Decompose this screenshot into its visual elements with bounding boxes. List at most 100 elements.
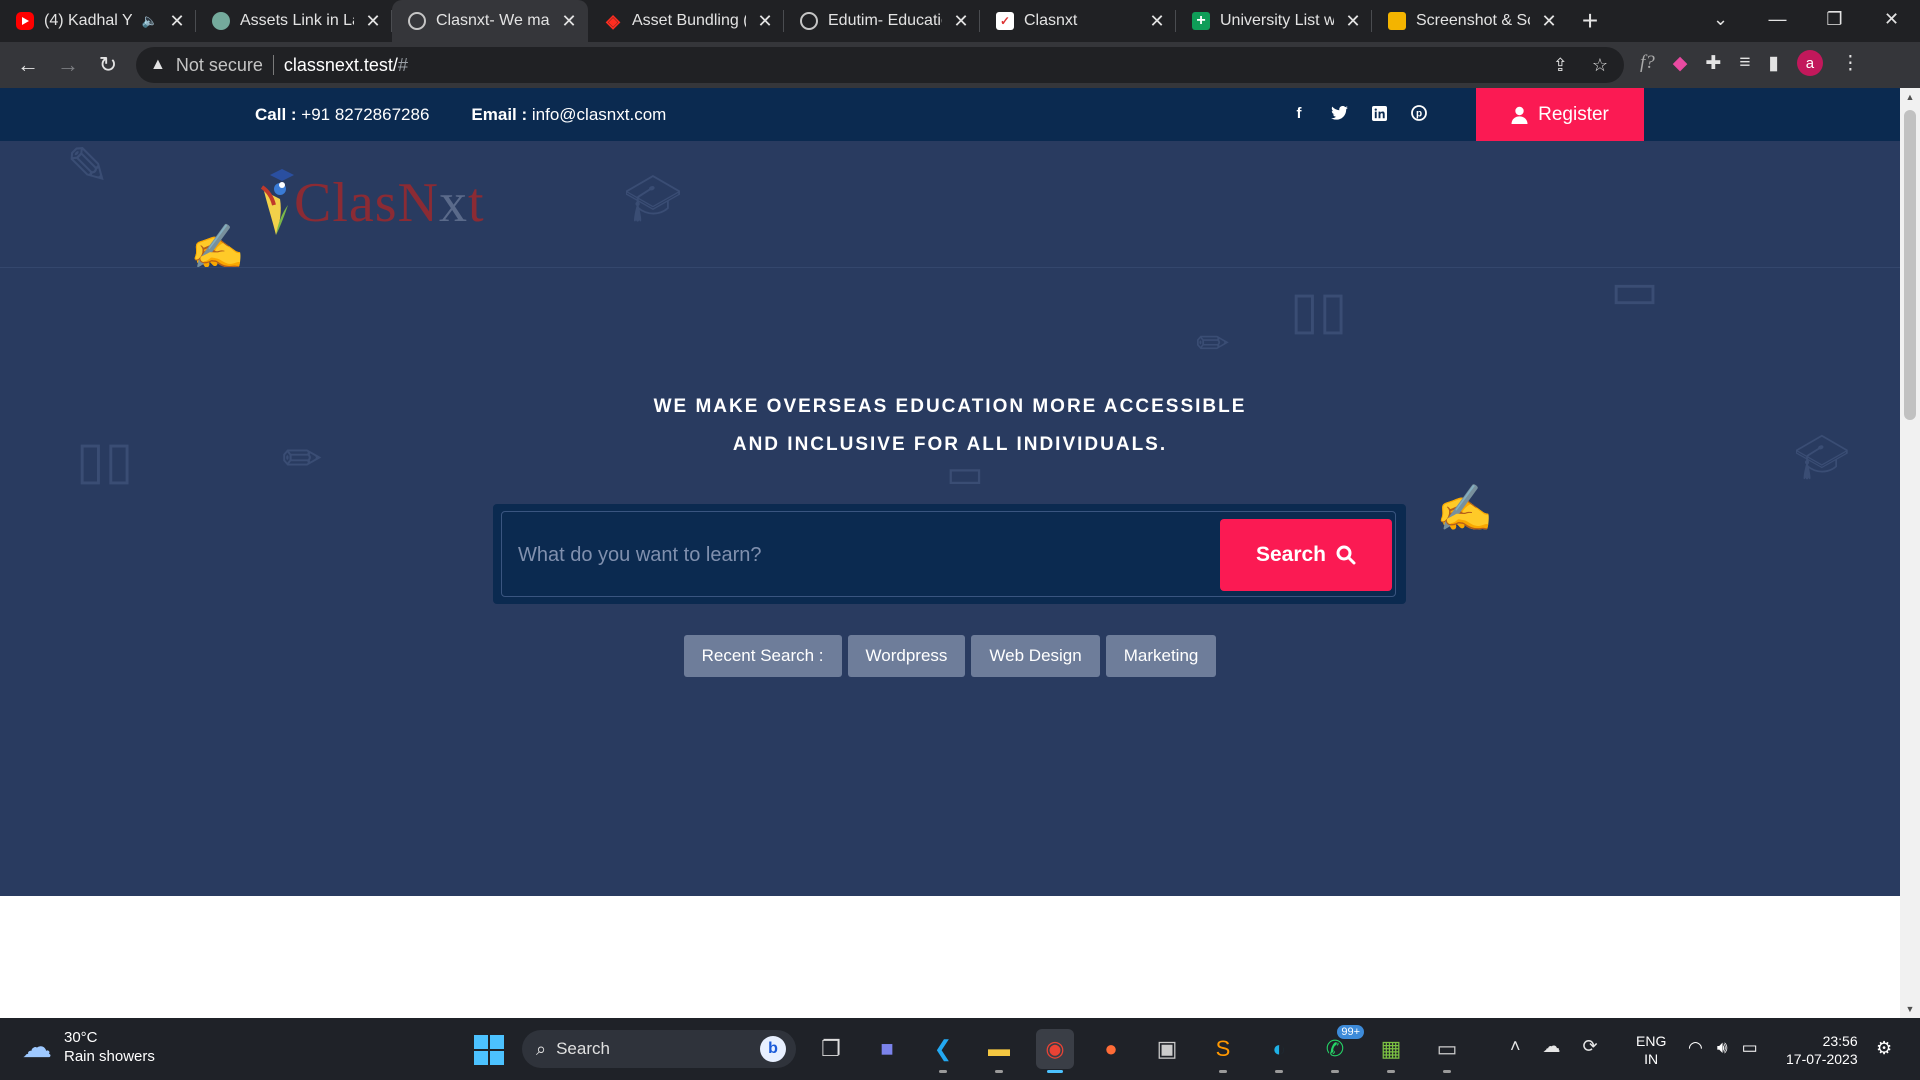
close-tab-icon[interactable]: ✕	[560, 11, 578, 32]
email-link[interactable]: info@clasnxt.com	[532, 105, 666, 124]
windows-taskbar: ☁ 30°C Rain showers ⌕ Search b ❐ ■ ❮ ▬ ◉…	[0, 1018, 1920, 1080]
clock-date: 17-07-2023	[1786, 1051, 1858, 1067]
task-view-icon[interactable]: ❐	[812, 1029, 850, 1069]
taskbar-search[interactable]: ⌕ Search b	[522, 1030, 796, 1068]
media-control-icon[interactable]: ≡	[1739, 52, 1750, 74]
system-clock[interactable]: 23:56 17-07-2023	[1786, 1032, 1858, 1068]
minimize-icon[interactable]: —	[1749, 9, 1806, 30]
excel-icon[interactable]: ▦	[1372, 1029, 1410, 1073]
speaker-icon[interactable]: 🔈	[142, 13, 158, 29]
tab-title: Assets Link in Lara	[240, 12, 354, 29]
input-language[interactable]: ENG IN	[1636, 1032, 1666, 1068]
side-panel-icon[interactable]: ▮	[1768, 52, 1778, 75]
bookmark-star-icon[interactable]: ☆	[1592, 55, 1608, 76]
windows-start-icon[interactable]	[474, 1035, 504, 1065]
share-icon[interactable]: ⇪	[1553, 55, 1568, 76]
linkedin-icon[interactable]	[1370, 104, 1388, 122]
profile-avatar[interactable]: a	[1796, 50, 1823, 76]
command-prompt-icon[interactable]: ▭	[1428, 1029, 1466, 1073]
logo-wordmark: ClasNxt	[294, 172, 485, 234]
hand-writing-doodle-icon: ✍	[1436, 482, 1494, 534]
security-label[interactable]: Not secure	[176, 55, 263, 76]
browser-tab[interactable]: (4) Kadhal Yaa 🔈 ✕	[0, 0, 196, 42]
recent-search-chip[interactable]: Wordpress	[847, 635, 966, 677]
tab-title: University List wit	[1220, 12, 1334, 29]
close-window-icon[interactable]: ✕	[1863, 9, 1920, 30]
formula-extension-icon[interactable]: f?	[1640, 52, 1655, 74]
recent-search-chip[interactable]: Marketing	[1105, 635, 1217, 677]
bing-icon[interactable]: b	[760, 1036, 786, 1062]
tab-title: Clasnxt- We make	[436, 12, 550, 29]
facebook-icon[interactable]: f	[1290, 104, 1308, 122]
menu-kebab-icon[interactable]: ⋮	[1841, 52, 1860, 75]
sync-icon[interactable]: ⟳	[1583, 1036, 1598, 1057]
close-tab-icon[interactable]: ✕	[952, 11, 970, 32]
browser-tab[interactable]: University List wit ✕	[1176, 0, 1372, 42]
forward-arrow-icon[interactable]: →	[48, 52, 88, 78]
address-bar[interactable]: ▲ Not secure classnext.test/# ⇪ ☆	[136, 47, 1624, 83]
tab-search-icon[interactable]: ⌄	[1692, 9, 1749, 30]
close-tab-icon[interactable]: ✕	[756, 11, 774, 32]
browser-tab[interactable]: Edutim- Educatio ✕	[784, 0, 980, 42]
search-button[interactable]: Search	[1220, 519, 1392, 591]
warning-icon[interactable]: ▲	[150, 56, 166, 74]
onedrive-cloud-icon[interactable]: ☁	[1543, 1036, 1561, 1057]
chatgpt-icon	[212, 12, 230, 30]
course-search-input[interactable]	[516, 522, 1210, 588]
close-tab-icon[interactable]: ✕	[1540, 11, 1558, 32]
back-arrow-icon[interactable]: ←	[8, 52, 48, 78]
scroll-up-arrow-icon[interactable]: ▲	[1900, 92, 1920, 102]
recent-search-chip[interactable]: Web Design	[971, 635, 1100, 677]
browser-tab[interactable]: ◈ Asset Bundling (V ✕	[588, 0, 784, 42]
clock-time: 23:56	[1822, 1033, 1858, 1049]
weather-widget[interactable]: ☁ 30°C Rain showers	[22, 1028, 155, 1066]
pencil-doodle-icon: ✏	[1196, 322, 1230, 366]
close-tab-icon[interactable]: ✕	[364, 11, 382, 32]
reload-icon[interactable]: ↻	[88, 52, 128, 78]
browser-toolbar: ← → ↻ ▲ Not secure classnext.test/# ⇪ ☆ …	[0, 42, 1920, 88]
register-label: Register	[1538, 103, 1609, 125]
browser-tab[interactable]: Assets Link in Lara ✕	[196, 0, 392, 42]
browser-tab-active[interactable]: Clasnxt- We make ✕	[392, 0, 588, 42]
pinterest-icon[interactable]: p	[1410, 104, 1428, 122]
vscode-icon[interactable]: ❮	[924, 1029, 962, 1073]
close-tab-icon[interactable]: ✕	[168, 11, 186, 32]
window-controls: ⌄ — ❐ ✕	[1692, 0, 1920, 38]
scroll-down-arrow-icon[interactable]: ▼	[1900, 1004, 1920, 1014]
globe-icon	[408, 12, 426, 30]
volume-icon: 🔊︎	[1716, 1038, 1728, 1057]
sheets-icon	[1192, 12, 1210, 30]
restore-icon[interactable]: ❐	[1806, 9, 1863, 30]
page-scrollbar[interactable]: ▲ ▼	[1900, 88, 1920, 1018]
notification-bell-icon[interactable]: ⚙	[1876, 1038, 1892, 1059]
color-picker-extension-icon[interactable]: ◆	[1673, 52, 1688, 75]
chrome-icon[interactable]: ◉	[1036, 1029, 1074, 1073]
tab-title: (4) Kadhal Yaa	[44, 12, 132, 29]
scrollbar-thumb[interactable]	[1904, 110, 1916, 420]
new-tab-button[interactable]: +	[1568, 5, 1612, 37]
site-logo[interactable]: ClasNxt	[258, 167, 485, 239]
terminal-icon[interactable]: ▣	[1148, 1029, 1186, 1069]
browser-tab[interactable]: ✓ Clasnxt ✕	[980, 0, 1176, 42]
chevron-up-icon[interactable]: ˄	[1510, 1036, 1521, 1057]
register-button[interactable]: Register	[1476, 88, 1644, 141]
logo-bar: ClasNxt	[0, 141, 1900, 268]
teams-chat-icon[interactable]: ■	[868, 1029, 906, 1069]
sublime-text-icon[interactable]: S	[1204, 1029, 1242, 1073]
hero-section: ✎ ✍ 🎓︎ ▯▯ ▭ ✏ ▯▯ ✏ ▭ ✍ 🎓︎ ClasNxt WE MAK…	[0, 141, 1900, 896]
quick-settings[interactable]: ◠ 🔊︎ ▭	[1688, 1038, 1758, 1058]
file-explorer-icon[interactable]: ▬	[980, 1029, 1018, 1073]
pinned-apps: ❐ ■ ❮ ▬ ◉ ● ▣ S ◐ ✆ 99+ ▦ ▭	[812, 1025, 1466, 1073]
whatsapp-icon[interactable]: ✆ 99+	[1316, 1025, 1364, 1073]
svg-text:p: p	[1416, 109, 1422, 120]
puzzle-extensions-icon[interactable]: ✚	[1705, 52, 1721, 75]
edge-icon[interactable]: ◐	[1260, 1029, 1298, 1073]
close-tab-icon[interactable]: ✕	[1148, 11, 1166, 32]
phone-link[interactable]: +91 8272867286	[301, 105, 429, 124]
postman-icon[interactable]: ●	[1092, 1029, 1130, 1069]
close-tab-icon[interactable]: ✕	[1344, 11, 1362, 32]
browser-tab[interactable]: Screenshot & Scr ✕	[1372, 0, 1568, 42]
twitter-icon[interactable]	[1330, 104, 1348, 122]
url-text[interactable]: classnext.test/#	[284, 55, 408, 76]
battery-icon: ▭	[1741, 1038, 1758, 1057]
